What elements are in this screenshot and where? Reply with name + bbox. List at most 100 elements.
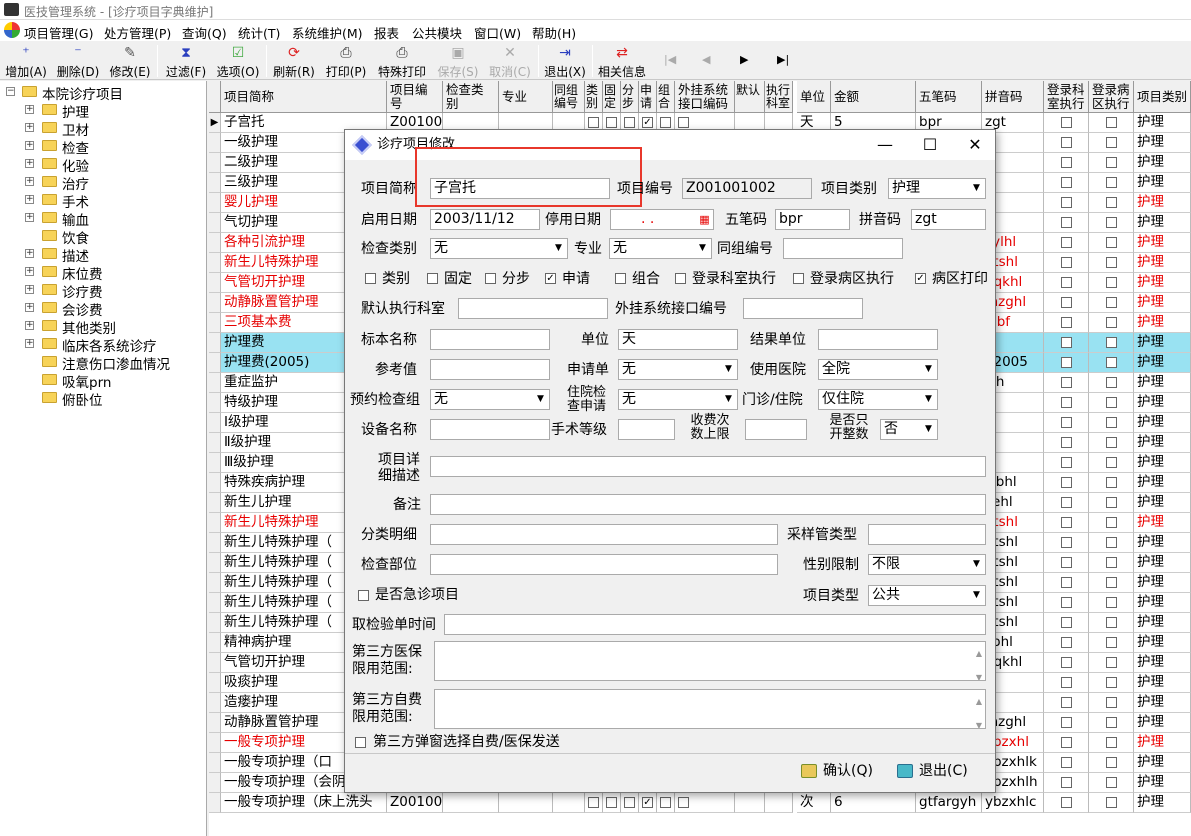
grid-checkbox[interactable] bbox=[1061, 137, 1072, 148]
grid-cell[interactable]: 护理 bbox=[1134, 493, 1191, 513]
grid-checkbox[interactable] bbox=[1061, 697, 1072, 708]
grid-cell[interactable]: 护理 bbox=[1134, 653, 1191, 673]
grid-checkbox[interactable] bbox=[1106, 437, 1117, 448]
grid-checkbox[interactable] bbox=[1061, 177, 1072, 188]
filter-button[interactable]: ⧗ 过滤(F) bbox=[164, 43, 208, 79]
column-header[interactable]: 类别 bbox=[585, 81, 603, 113]
class-detail-field[interactable] bbox=[430, 524, 778, 545]
row-indicator[interactable]: ▶ bbox=[209, 113, 221, 133]
dropdown-arrow-icon[interactable]: ▼ bbox=[920, 360, 937, 379]
emergency-checkbox[interactable] bbox=[358, 590, 369, 601]
expand-icon[interactable]: + bbox=[25, 123, 34, 132]
tree-item[interactable]: + 描述 bbox=[22, 245, 206, 265]
grid-checkbox[interactable] bbox=[1061, 477, 1072, 488]
dropdown-arrow-icon[interactable]: ▼ bbox=[720, 360, 737, 379]
grid-cell[interactable]: 护理 bbox=[1134, 193, 1191, 213]
grid-cell[interactable]: 护理 bbox=[1134, 613, 1191, 633]
row-indicator[interactable] bbox=[209, 413, 221, 433]
grid-checkbox[interactable] bbox=[1061, 497, 1072, 508]
grid-checkbox[interactable] bbox=[1106, 117, 1117, 128]
menu-query[interactable]: 查询(Q) bbox=[182, 23, 227, 42]
exam-part-field[interactable] bbox=[430, 554, 778, 575]
row-indicator[interactable] bbox=[209, 273, 221, 293]
grid-cell[interactable]: ybzxhlc bbox=[982, 793, 1044, 813]
menu-statistics[interactable]: 统计(T) bbox=[238, 23, 280, 42]
grid-checkbox[interactable] bbox=[1061, 757, 1072, 768]
grid-checkbox[interactable] bbox=[1106, 317, 1117, 328]
row-indicator[interactable] bbox=[209, 613, 221, 633]
grid-checkbox[interactable] bbox=[1106, 697, 1117, 708]
grid-cell[interactable]: 6 bbox=[831, 793, 916, 813]
grid-checkbox[interactable] bbox=[1106, 477, 1117, 488]
row-indicator[interactable] bbox=[209, 213, 221, 233]
grid-cell[interactable]: 护理 bbox=[1134, 213, 1191, 233]
grid-checkbox[interactable] bbox=[624, 117, 635, 128]
checkbox-2[interactable] bbox=[485, 273, 496, 284]
grid-cell[interactable]: 护理 bbox=[1134, 253, 1191, 273]
tree-item[interactable]: + 其他类别 bbox=[22, 317, 206, 337]
grid-cell[interactable]: 护理 bbox=[1134, 473, 1191, 493]
column-header[interactable]: 外挂系统接口编码 bbox=[675, 81, 735, 113]
grid-checkbox[interactable] bbox=[1061, 557, 1072, 568]
hospital-select[interactable]: 全院 ▼ bbox=[818, 359, 938, 380]
sex-limit-select[interactable]: 不限 ▼ bbox=[868, 554, 986, 575]
grid-checkbox[interactable] bbox=[1106, 537, 1117, 548]
grid-checkbox[interactable] bbox=[1061, 317, 1072, 328]
grid-cell[interactable]: 护理 bbox=[1134, 793, 1191, 813]
grid-cell[interactable]: 护理 bbox=[1134, 433, 1191, 453]
grid-checkbox[interactable] bbox=[1061, 377, 1072, 388]
column-header[interactable]: 五笔码 bbox=[916, 81, 982, 113]
grid-cell[interactable]: 护理 bbox=[1134, 373, 1191, 393]
grid-cell[interactable]: 次 bbox=[797, 793, 831, 813]
grid-checkbox[interactable] bbox=[1106, 777, 1117, 788]
column-header[interactable]: 申请 bbox=[639, 81, 657, 113]
grid-checkbox[interactable] bbox=[588, 797, 599, 808]
prev-icon[interactable]: ◀ bbox=[702, 53, 710, 66]
row-indicator[interactable] bbox=[209, 493, 221, 513]
grid-checkbox[interactable] bbox=[588, 117, 599, 128]
grid-cell[interactable]: 护理 bbox=[1134, 313, 1191, 333]
grid-checkbox[interactable] bbox=[1061, 257, 1072, 268]
take-time-field[interactable] bbox=[444, 614, 986, 635]
confirm-button[interactable]: 确认(Q) bbox=[797, 760, 873, 784]
result-unit-field[interactable] bbox=[818, 329, 938, 350]
dropdown-arrow-icon[interactable]: ▼ bbox=[720, 390, 737, 409]
grid-cell[interactable]: 护理 bbox=[1134, 533, 1191, 553]
grid-checkbox[interactable] bbox=[1106, 217, 1117, 228]
scroll-up-icon[interactable]: ▲ bbox=[976, 644, 982, 663]
scroll-down-icon[interactable]: ▼ bbox=[976, 668, 982, 680]
grid-checkbox[interactable] bbox=[1106, 397, 1117, 408]
expand-icon[interactable]: + bbox=[25, 213, 34, 222]
device-field[interactable] bbox=[430, 419, 550, 440]
grid-checkbox[interactable] bbox=[1061, 617, 1072, 628]
grid-cell[interactable]: 护理 bbox=[1134, 573, 1191, 593]
column-header[interactable]: 固定 bbox=[603, 81, 621, 113]
tree-item[interactable]: + 化验 bbox=[22, 155, 206, 175]
grid-checkbox[interactable] bbox=[1106, 137, 1117, 148]
grid-checkbox[interactable] bbox=[1061, 277, 1072, 288]
default-dept-field[interactable] bbox=[458, 298, 608, 319]
column-header[interactable]: 项目类别 bbox=[1134, 81, 1191, 113]
expand-icon[interactable]: + bbox=[25, 339, 34, 348]
grid-checkbox[interactable] bbox=[1061, 417, 1072, 428]
row-indicator[interactable] bbox=[209, 293, 221, 313]
tree-root[interactable]: − 本院诊疗项目 bbox=[6, 83, 206, 103]
dropdown-arrow-icon[interactable]: ▼ bbox=[920, 390, 937, 409]
row-indicator[interactable] bbox=[209, 393, 221, 413]
grid-checkbox[interactable] bbox=[1106, 577, 1117, 588]
grid-checkbox[interactable] bbox=[1061, 537, 1072, 548]
column-header[interactable]: 专业 bbox=[499, 81, 553, 113]
column-header[interactable]: 默认 bbox=[735, 81, 765, 113]
column-header[interactable]: 检查类别 bbox=[443, 81, 499, 113]
grid-checkbox[interactable] bbox=[1106, 337, 1117, 348]
grid-checkbox[interactable] bbox=[1061, 637, 1072, 648]
menu-maintenance[interactable]: 系统维护(M) bbox=[292, 23, 363, 42]
last-icon[interactable]: ▶| bbox=[777, 53, 789, 66]
dropdown-arrow-icon[interactable]: ▼ bbox=[920, 420, 937, 439]
menu-public[interactable]: 公共模块 bbox=[412, 23, 462, 42]
outpatient-select[interactable]: 仅住院 ▼ bbox=[818, 389, 938, 410]
row-indicator[interactable] bbox=[209, 513, 221, 533]
row-indicator[interactable] bbox=[209, 153, 221, 173]
grid-checkbox[interactable] bbox=[1061, 197, 1072, 208]
row-indicator[interactable] bbox=[209, 693, 221, 713]
